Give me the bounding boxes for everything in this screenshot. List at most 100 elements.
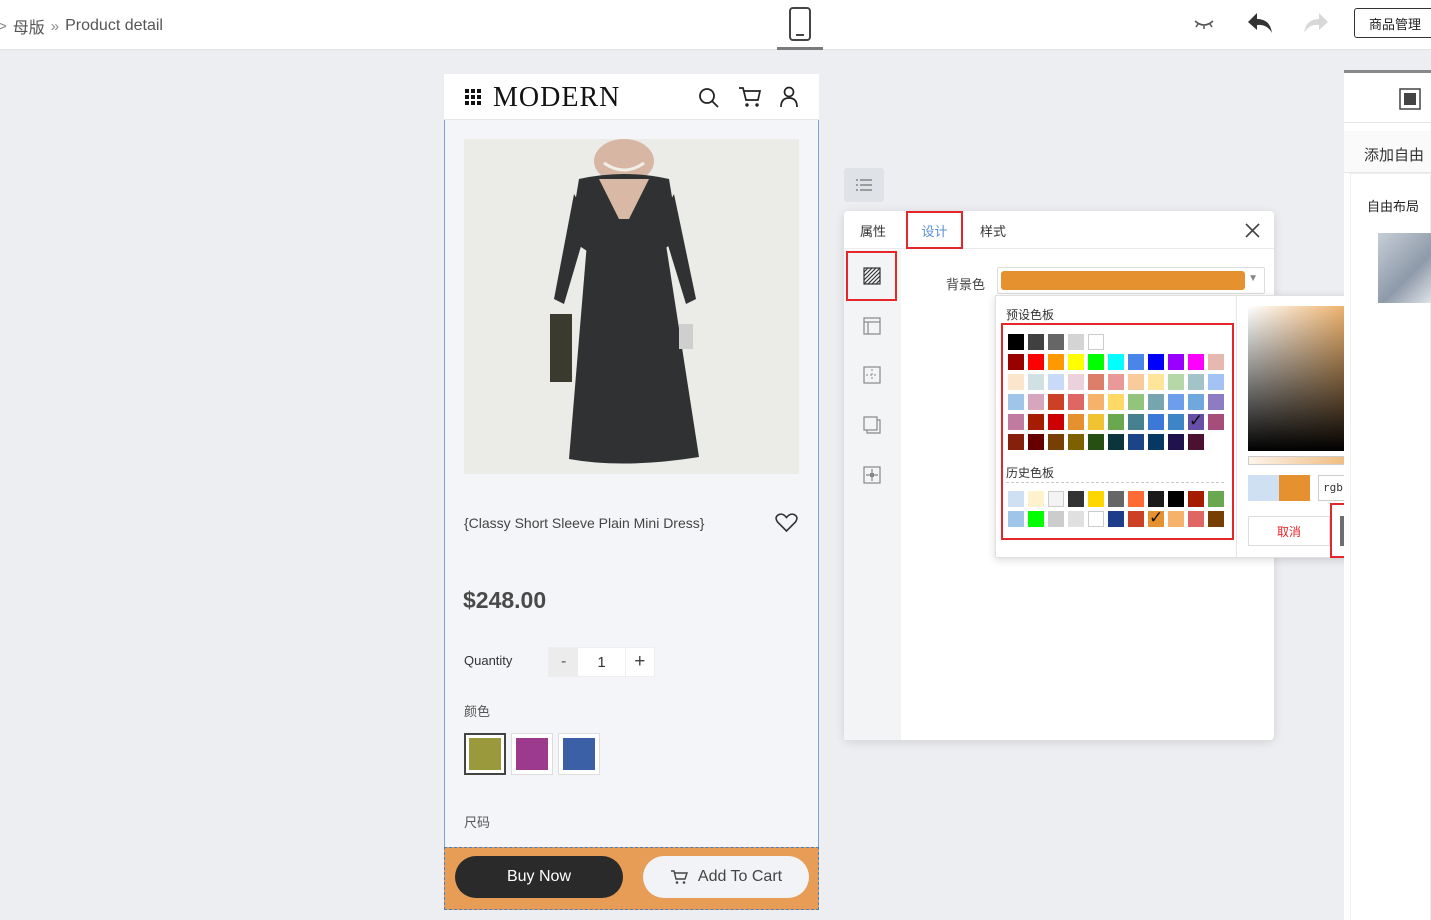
hide-eye-button[interactable] — [1190, 12, 1218, 36]
palette-swatch[interactable] — [1108, 374, 1124, 390]
palette-swatch[interactable] — [1068, 434, 1084, 450]
panel-toggle-button[interactable] — [844, 168, 884, 202]
palette-swatch[interactable] — [1188, 374, 1204, 390]
palette-swatch[interactable] — [1008, 374, 1024, 390]
store-logo[interactable]: MODERN — [493, 82, 620, 114]
user-icon[interactable] — [779, 86, 799, 108]
palette-swatch[interactable] — [1188, 411, 1204, 431]
shadow-tool-button[interactable] — [859, 412, 885, 438]
palette-swatch[interactable] — [1168, 354, 1184, 370]
palette-swatch[interactable] — [1088, 491, 1104, 507]
close-icon[interactable] — [1245, 223, 1260, 238]
palette-swatch[interactable] — [1108, 354, 1124, 370]
palette-swatch[interactable] — [1028, 434, 1044, 450]
palette-swatch[interactable] — [1088, 334, 1104, 350]
buy-now-button[interactable]: Buy Now — [455, 856, 623, 898]
palette-swatch[interactable] — [1128, 354, 1144, 370]
palette-swatch[interactable] — [1108, 394, 1124, 410]
palette-swatch[interactable] — [1108, 491, 1124, 507]
palette-swatch[interactable] — [1008, 354, 1024, 370]
palette-swatch[interactable] — [1148, 508, 1164, 528]
palette-swatch[interactable] — [1008, 434, 1024, 450]
palette-swatch[interactable] — [1208, 374, 1224, 390]
palette-swatch[interactable] — [1128, 434, 1144, 450]
palette-swatch[interactable] — [1128, 414, 1144, 430]
palette-swatch[interactable] — [1028, 334, 1044, 350]
palette-swatch[interactable] — [1008, 334, 1024, 350]
palette-swatch[interactable] — [1148, 414, 1164, 430]
palette-swatch[interactable] — [1088, 434, 1104, 450]
palette-swatch[interactable] — [1028, 354, 1044, 370]
palette-swatch[interactable] — [1088, 354, 1104, 370]
palette-swatch[interactable] — [1048, 394, 1064, 410]
color-swatch-blue[interactable] — [558, 733, 600, 775]
palette-swatch[interactable] — [1188, 511, 1204, 527]
palette-swatch[interactable] — [1028, 511, 1044, 527]
palette-swatch[interactable] — [1068, 394, 1084, 410]
palette-swatch[interactable] — [1128, 374, 1144, 390]
palette-swatch[interactable] — [1008, 491, 1024, 507]
palette-swatch[interactable] — [1188, 434, 1204, 450]
palette-swatch[interactable] — [1088, 511, 1104, 527]
product-image[interactable] — [464, 139, 799, 474]
grid-menu-icon[interactable] — [465, 89, 481, 105]
tab-style[interactable]: 样式 — [980, 211, 1006, 249]
tab-properties[interactable]: 属性 — [860, 211, 886, 249]
palette-swatch[interactable] — [1168, 434, 1184, 450]
background-tool-button[interactable] — [859, 263, 885, 289]
quantity-decrease-button[interactable]: - — [549, 648, 579, 676]
search-icon[interactable] — [698, 87, 720, 109]
color-swatch-olive[interactable] — [464, 733, 506, 775]
palette-swatch[interactable] — [1168, 491, 1184, 507]
breadcrumb-parent[interactable]: 母版 — [13, 14, 45, 38]
palette-swatch[interactable] — [1168, 511, 1184, 527]
palette-swatch[interactable] — [1208, 491, 1224, 507]
palette-swatch[interactable] — [1008, 511, 1024, 527]
palette-swatch[interactable] — [1188, 354, 1204, 370]
palette-swatch[interactable] — [1068, 334, 1084, 350]
palette-swatch[interactable] — [1068, 511, 1084, 527]
position-tool-button[interactable] — [859, 462, 885, 488]
palette-swatch[interactable] — [1068, 414, 1084, 430]
palette-swatch[interactable] — [1188, 491, 1204, 507]
palette-swatch[interactable] — [1108, 414, 1124, 430]
quantity-input[interactable]: 1 — [578, 648, 624, 676]
palette-swatch[interactable] — [1048, 414, 1064, 430]
redo-button[interactable] — [1300, 8, 1332, 38]
padding-tool-button[interactable] — [859, 362, 885, 388]
palette-swatch[interactable] — [1108, 434, 1124, 450]
product-management-button[interactable]: 商品管理 — [1354, 8, 1431, 38]
layout-thumbnail[interactable] — [1378, 233, 1431, 303]
fullscreen-icon[interactable] — [1399, 88, 1421, 110]
palette-swatch[interactable] — [1048, 511, 1064, 527]
palette-swatch[interactable] — [1048, 334, 1064, 350]
palette-swatch[interactable] — [1168, 394, 1184, 410]
palette-swatch[interactable] — [1048, 491, 1064, 507]
palette-swatch[interactable] — [1028, 491, 1044, 507]
bottom-action-bar[interactable]: Buy Now Add To Cart — [444, 847, 819, 910]
palette-swatch[interactable] — [1048, 434, 1064, 450]
palette-swatch[interactable] — [1008, 414, 1024, 430]
layout-tool-button[interactable] — [859, 313, 885, 339]
palette-swatch[interactable] — [1088, 394, 1104, 410]
palette-swatch[interactable] — [1088, 414, 1104, 430]
palette-swatch[interactable] — [1068, 374, 1084, 390]
palette-swatch[interactable] — [1008, 394, 1024, 410]
palette-swatch[interactable] — [1208, 511, 1224, 527]
palette-swatch[interactable] — [1108, 511, 1124, 527]
palette-swatch[interactable] — [1028, 374, 1044, 390]
palette-swatch[interactable] — [1168, 414, 1184, 430]
mobile-preview-button[interactable] — [777, 0, 823, 50]
palette-swatch[interactable] — [1148, 434, 1164, 450]
palette-swatch[interactable] — [1208, 354, 1224, 370]
palette-swatch[interactable] — [1148, 354, 1164, 370]
palette-swatch[interactable] — [1128, 491, 1144, 507]
cancel-button[interactable]: 取消 — [1248, 516, 1330, 546]
heart-icon[interactable] — [775, 513, 798, 533]
palette-swatch[interactable] — [1128, 394, 1144, 410]
color-swatch-purple[interactable] — [511, 733, 553, 775]
palette-swatch[interactable] — [1128, 511, 1144, 527]
background-color-select[interactable]: ▼ — [997, 267, 1265, 294]
undo-button[interactable] — [1244, 8, 1276, 38]
palette-swatch[interactable] — [1148, 394, 1164, 410]
